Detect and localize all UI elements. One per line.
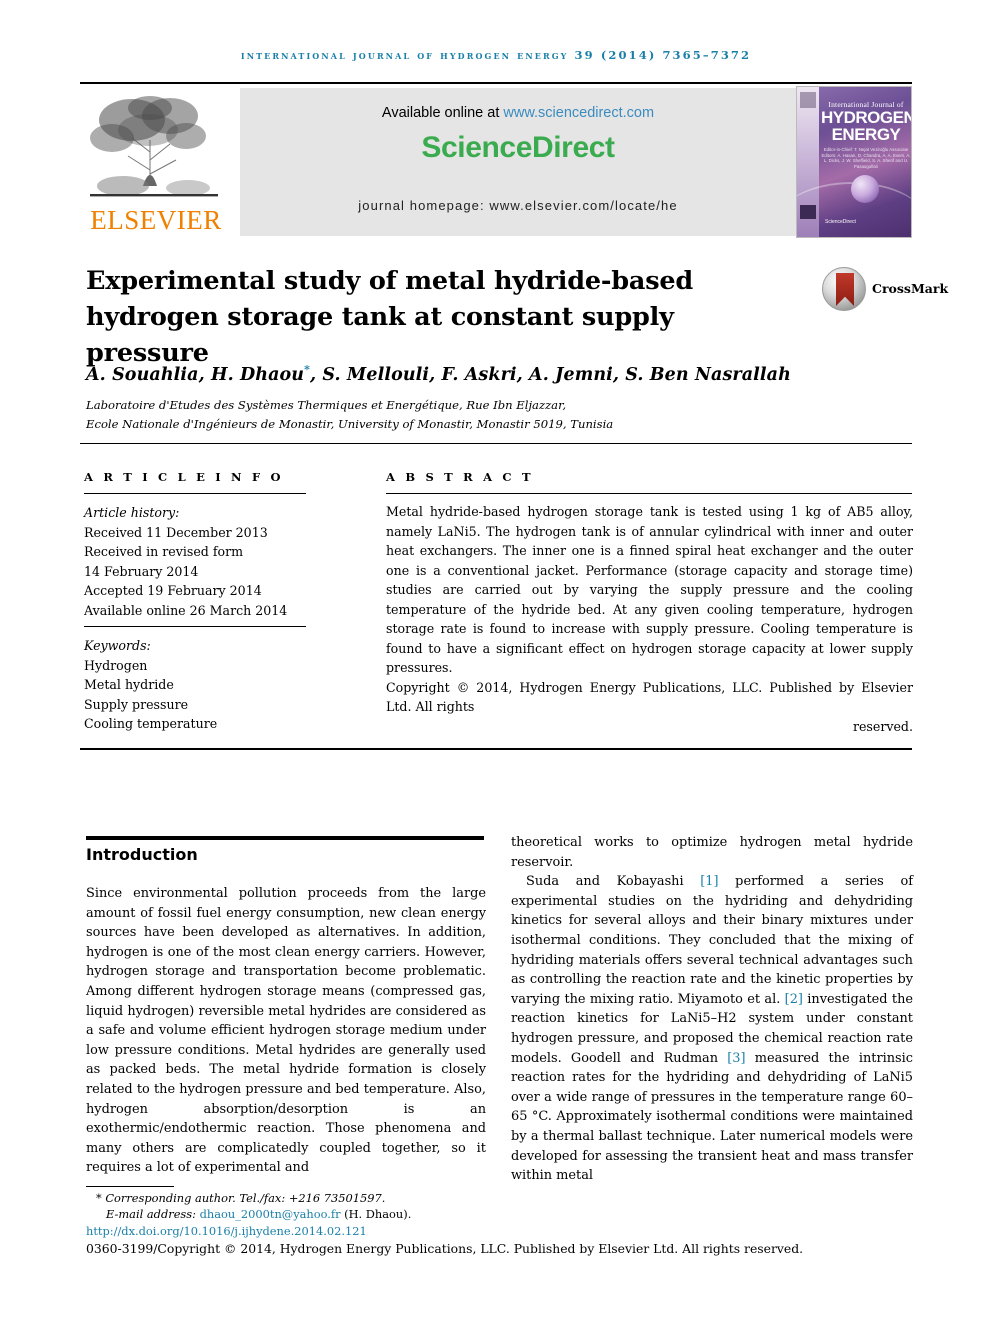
corresponding-author-text: Corresponding author. Tel./fax: +216 735… bbox=[101, 1191, 386, 1205]
introduction-heading: Introduction bbox=[86, 845, 198, 864]
right-p2-seg-d: measured the intrinsic reaction rates fo… bbox=[511, 1050, 913, 1184]
page-title: Experimental study of metal hydride-base… bbox=[86, 266, 694, 368]
crossmark-label: CrossMark bbox=[872, 281, 949, 296]
introduction-bar bbox=[86, 836, 484, 840]
cover-sciencedirect-mark: ScienceDirect bbox=[825, 219, 856, 225]
keyword-item: Cooling temperature bbox=[84, 716, 218, 732]
crossmark-badge[interactable]: CrossMark bbox=[822, 265, 948, 313]
running-head: International Journal of Hydrogen Energy… bbox=[240, 48, 752, 62]
email-label: E-mail address: bbox=[106, 1207, 200, 1222]
cover-energy-word: ENERGY bbox=[831, 125, 901, 144]
email-suffix: (H. Dhaou). bbox=[340, 1207, 412, 1222]
article-history-label: Article history: bbox=[84, 505, 180, 520]
abstract-copyright-lastline: reserved. bbox=[852, 718, 913, 734]
right-p2-seg-b: performed a series of experimental studi… bbox=[511, 874, 913, 1007]
elsevier-wordmark: ELSEVIER bbox=[90, 205, 222, 235]
right-paragraph-2: Suda and Kobayashi [1] performed a serie… bbox=[511, 872, 913, 1186]
abstract-body: Metal hydride-based hydrogen storage tan… bbox=[386, 502, 913, 736]
cover-editors: Editor-in-Chief: T. Nejat Veziroğlu Asso… bbox=[821, 147, 911, 169]
available-online-prefix: Available online at bbox=[381, 105, 504, 121]
footnote-rule bbox=[86, 1186, 174, 1187]
doi-link[interactable]: http://dx.doi.org/10.1016/j.ijhydene.201… bbox=[86, 1223, 916, 1239]
masthead: ELSEVIER Available online at www.science… bbox=[80, 86, 912, 238]
keywords-label: Keywords: bbox=[84, 638, 151, 653]
sciencedirect-link[interactable]: www.sciencedirect.com bbox=[503, 105, 654, 121]
affiliation: Laboratoire d'Etudes des Systèmes Thermi… bbox=[86, 396, 886, 433]
elsevier-logo: ELSEVIER bbox=[80, 86, 232, 238]
journal-cover-thumbnail: International Journal of HYDROGEN ENERGY … bbox=[796, 86, 912, 238]
history-item: 14 February 2014 bbox=[84, 563, 199, 579]
right-p2-seg-a: Suda and Kobayashi bbox=[526, 874, 701, 890]
masthead-top-rule bbox=[80, 82, 912, 84]
authors-after-star: , S. Mellouli, F. Askri, A. Jemni, S. Be… bbox=[310, 364, 791, 385]
cover-elsevier-mark bbox=[800, 92, 816, 108]
crossmark-ribbon-icon bbox=[836, 273, 854, 306]
history-item: Received 11 December 2013 bbox=[84, 524, 268, 540]
keywords-block: Keywords: Hydrogen Metal hydride Supply … bbox=[84, 636, 334, 734]
citation-ref-3[interactable]: [3] bbox=[727, 1051, 745, 1066]
article-history: Article history: Received 11 December 20… bbox=[84, 503, 334, 621]
affiliation-rule bbox=[80, 443, 912, 444]
cover-orb-decoration bbox=[851, 175, 879, 203]
affiliation-line-1: Laboratoire d'Etudes des Systèmes Thermi… bbox=[86, 398, 567, 412]
keyword-item: Supply pressure bbox=[84, 696, 189, 712]
issn-copyright-line: 0360-3199/Copyright © 2014, Hydrogen Ene… bbox=[86, 1241, 804, 1257]
sciencedirect-wordmark: ScienceDirect bbox=[421, 131, 615, 164]
authors-before-star: A. Souahlia, H. Dhaou bbox=[86, 364, 305, 385]
article-info-heading: A R T I C L E I N F O bbox=[84, 470, 284, 484]
history-item: Available online 26 March 2014 bbox=[84, 602, 288, 618]
history-item: Accepted 19 February 2014 bbox=[84, 583, 262, 599]
abstract-copyright: Copyright © 2014, Hydrogen Energy Public… bbox=[386, 679, 913, 715]
body-right-column: theoretical works to optimize hydrogen m… bbox=[511, 833, 913, 1186]
article-info-rule bbox=[84, 493, 306, 494]
elsevier-tree-icon bbox=[90, 96, 218, 197]
citation-ref-1[interactable]: [1] bbox=[700, 874, 718, 889]
email-line: E-mail address: dhaou_2000tn@yahoo.fr (H… bbox=[86, 1206, 916, 1222]
keyword-item: Metal hydride bbox=[84, 677, 174, 693]
journal-homepage-line[interactable]: journal homepage: www.elsevier.com/locat… bbox=[240, 198, 796, 213]
abstract-text: Metal hydride-based hydrogen storage tan… bbox=[386, 504, 913, 675]
right-paragraph-1: theoretical works to optimize hydrogen m… bbox=[511, 835, 913, 870]
abstract-heading: A B S T R A C T bbox=[386, 470, 534, 484]
email-link[interactable]: dhaou_2000tn@yahoo.fr bbox=[200, 1207, 341, 1221]
abstract-bottom-rule bbox=[80, 748, 912, 750]
author-list: A. Souahlia, H. Dhaou*, S. Mellouli, F. … bbox=[86, 363, 886, 385]
body-left-column: Since environmental pollution proceeds f… bbox=[86, 886, 486, 1176]
sciencedirect-banner: Available online at www.sciencedirect.co… bbox=[240, 88, 796, 236]
cover-title-line2: HYDROGEN ENERGY bbox=[821, 109, 911, 143]
keyword-item: Hydrogen bbox=[84, 657, 148, 673]
abstract-rule bbox=[386, 493, 912, 494]
page-footer: * Corresponding author. Tel./fax: +216 7… bbox=[86, 1190, 916, 1258]
available-online-line: Available online at www.sciencedirect.co… bbox=[240, 105, 796, 121]
citation-ref-2[interactable]: [2] bbox=[785, 992, 803, 1007]
history-item: Received in revised form bbox=[84, 544, 244, 560]
corresponding-author-note: * Corresponding author. Tel./fax: +216 7… bbox=[86, 1190, 916, 1206]
keywords-rule bbox=[84, 626, 306, 627]
journal-article-page: International Journal of Hydrogen Energy… bbox=[0, 0, 992, 1323]
affiliation-line-2: Ecole Nationale d'Ingénieurs de Monastir… bbox=[86, 416, 614, 431]
crossmark-circle-icon bbox=[822, 267, 866, 311]
